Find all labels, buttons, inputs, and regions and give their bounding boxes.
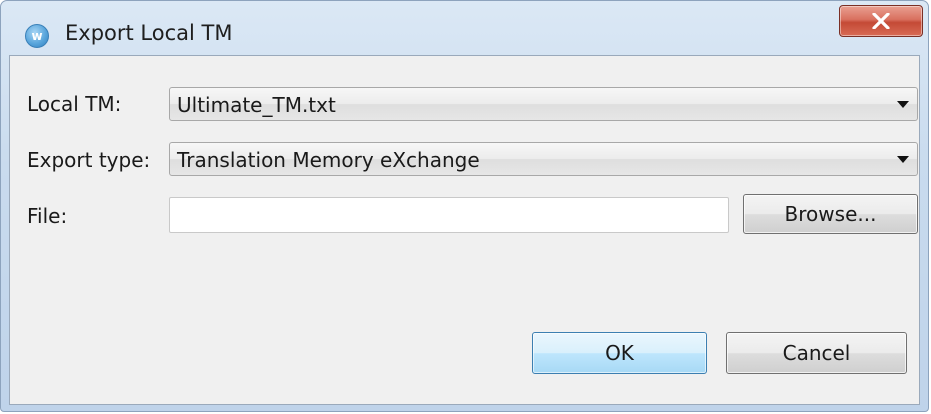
export-type-dropdown[interactable]: Translation Memory eXchange (169, 142, 918, 176)
close-button[interactable] (839, 5, 923, 37)
export-type-selected-value: Translation Memory eXchange (177, 148, 480, 172)
browse-button[interactable]: Browse... (743, 194, 918, 234)
chevron-down-icon (897, 156, 909, 163)
dialog-body: Local TM: Ultimate_TM.txt Export type: T… (9, 55, 920, 405)
export-type-label: Export type: (27, 148, 151, 172)
cancel-button[interactable]: Cancel (726, 332, 907, 374)
window-title: Export Local TM (65, 21, 233, 45)
file-path-input[interactable] (169, 197, 729, 233)
app-logo-icon: w (25, 24, 49, 48)
local-tm-dropdown[interactable]: Ultimate_TM.txt (169, 87, 918, 121)
file-label: File: (27, 204, 68, 228)
export-local-tm-dialog: w Export Local TM Local TM: Ultimate_TM.… (0, 0, 929, 412)
local-tm-selected-value: Ultimate_TM.txt (177, 93, 336, 117)
chevron-down-icon (897, 101, 909, 108)
app-logo-glyph: w (31, 29, 43, 43)
local-tm-label: Local TM: (27, 92, 122, 116)
close-x-icon (872, 13, 890, 29)
title-bar[interactable]: w Export Local TM (1, 1, 928, 55)
ok-button[interactable]: OK (532, 332, 707, 374)
